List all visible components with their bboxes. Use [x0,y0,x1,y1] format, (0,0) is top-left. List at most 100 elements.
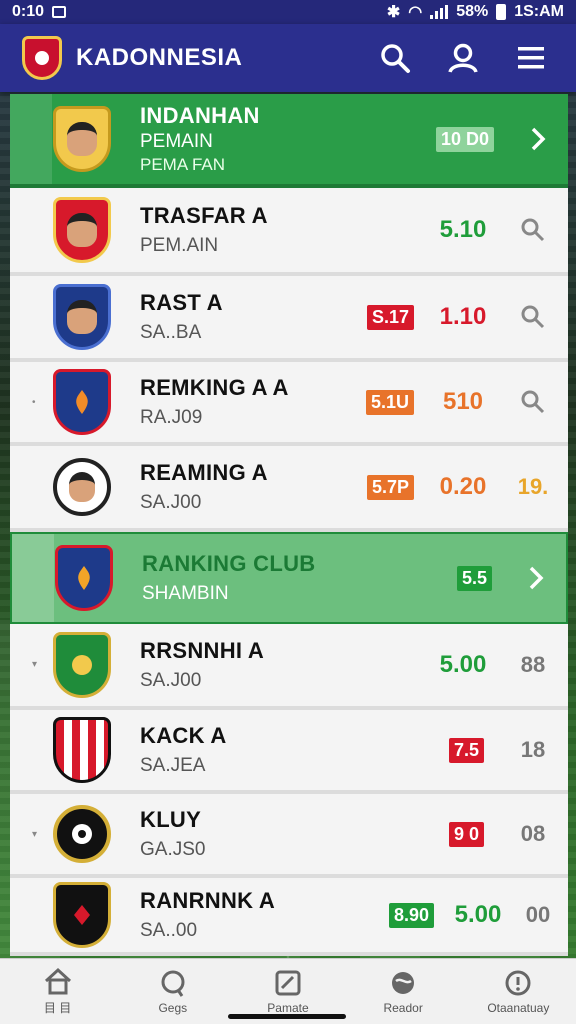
list-item[interactable]: KACK A SA.JEA 7.5 18 [10,710,568,794]
list-item-highlight[interactable]: INDANHAN PEMAIN PEMA FAN 10 D0 [10,94,568,188]
list-item[interactable]: ▾ RRSNNHI A SA.J00 5.00 88 [10,624,568,710]
row-end-value: 08 [520,821,546,846]
user-icon [448,43,478,73]
search-icon[interactable] [498,389,568,415]
row-subtitle: GA.JS0 [140,839,206,860]
list-item-highlight[interactable]: RANKING CLUB SHAMBIN 5.5 [10,532,568,624]
nav-home[interactable]: 目 目 [8,967,108,1016]
row-value: 5.00 [439,651,487,678]
row-subtitle: RA.J09 [140,407,203,428]
app-logo [22,36,62,80]
bluetooth-icon: ✱ [386,4,401,21]
search-button[interactable] [372,35,418,81]
nav-label: 目 目 [43,1001,72,1015]
row-value: 0.20 [439,473,487,500]
row-subtitle: SA..00 [140,920,198,941]
search-icon [381,44,410,73]
home-icon [44,967,71,995]
nav-label: Otaanatuay [487,1000,550,1015]
row-subtitle: SHAMBIN [142,583,229,604]
club-badge [52,543,116,613]
row-subtitle: PEMAIN [140,131,213,152]
player-badge [50,195,114,265]
row-subtitle: SA.J00 [140,670,202,691]
club-badge [50,715,114,785]
search-icon[interactable] [498,217,568,243]
club-badge [50,799,114,869]
nav-reader[interactable]: Reador [353,969,453,1015]
chevron-right-icon[interactable] [508,126,568,152]
score-tag: 8.90 [388,902,434,928]
score-tag: 5.1U [365,389,414,415]
club-badge [50,452,114,522]
row-subtitle-2: PEMA FAN [140,155,226,174]
hamburger-menu-icon [518,47,544,69]
row-title: INDANHAN [140,103,260,128]
club-badge [50,282,114,352]
nav-edit[interactable]: Pamate [238,969,338,1015]
nav-label: Pamate [267,1000,309,1015]
home-indicator[interactable] [228,1014,346,1019]
status-time: 0:10 [12,3,45,20]
row-title: TRASFAR A [140,203,268,228]
list-item[interactable]: ▾ KLUY GA.JS0 9 0 08 [10,794,568,878]
row-title: KLUY [140,807,202,832]
row-subtitle: PEM.AIN [140,235,219,256]
club-badge [50,367,114,437]
bullet-icon: ▾ [32,829,38,840]
row-title: RANKING CLUB [142,551,316,576]
nav-info[interactable]: Otaanatuay [468,969,568,1015]
player-badge [50,104,114,174]
battery-percent: 58% [456,3,489,20]
row-value: 510 [442,388,484,415]
status-bar: 0:10 ✱ ◠ 58% 1S:AM [0,0,576,24]
menu-button[interactable] [508,35,554,81]
row-title: RANRNNK A [140,888,276,913]
score-tag: S.17 [366,304,414,330]
list-item[interactable]: TRASFAR A PEM.AIN 5.10 [10,188,568,276]
row-title: REMKING A A [140,375,289,400]
nav-chat[interactable]: Gegs [123,969,223,1015]
list-item[interactable]: REAMING A SA.J00 5.7P 0.20 19. [10,446,568,532]
club-badge [50,880,114,950]
battery-icon [496,4,507,20]
profile-button[interactable] [440,35,486,81]
status-clock: 1S:AM [514,3,564,20]
club-badge [50,630,114,700]
row-subtitle: SA..BA [140,322,202,343]
row-title: REAMING A [140,460,268,485]
row-subtitle: SA.J00 [140,492,202,513]
row-title: RAST A [140,290,223,315]
wifi-icon: ◠ [408,4,423,21]
row-title: RRSNNHI A [140,638,265,663]
score-tag: 5.5 [456,565,492,591]
app-title: KADONNESIA [76,44,243,71]
score-tag: 9 0 [448,821,484,847]
list-item[interactable]: RANRNNK A SA..00 8.90 5.00 00 [10,878,568,956]
app-header: KADONNESIA [0,24,576,92]
gallery-icon [52,6,67,18]
list-item[interactable]: • REMKING A A RA.J09 5.1U 510 [10,362,568,446]
signal-icon [430,5,449,19]
row-value: 5.10 [439,216,487,243]
row-end-value: 18 [520,737,546,762]
row-title: KACK A [140,723,227,748]
chevron-right-icon[interactable] [506,565,566,591]
score-tag: 7.5 [448,737,484,763]
row-subtitle: SA.JEA [140,755,206,776]
row-end-value: 19. [517,474,549,499]
score-tag: 5.7P [366,474,414,500]
nav-label: Gegs [158,1000,188,1015]
row-end-value: 88 [520,652,546,677]
row-value: 1.10 [439,303,487,330]
score-tag: 10 D0 [435,126,494,152]
row-end-value: 00 [525,902,551,927]
ranking-list: INDANHAN PEMAIN PEMA FAN 10 D0 TRASFAR A… [10,94,568,956]
row-value: 5.00 [454,901,502,928]
ball-icon [392,971,415,994]
bullet-icon: ▾ [32,659,38,670]
list-item[interactable]: RAST A SA..BA S.17 1.10 [10,276,568,362]
bullet-icon: • [32,397,36,408]
edit-icon [275,970,301,995]
search-icon[interactable] [498,304,568,330]
